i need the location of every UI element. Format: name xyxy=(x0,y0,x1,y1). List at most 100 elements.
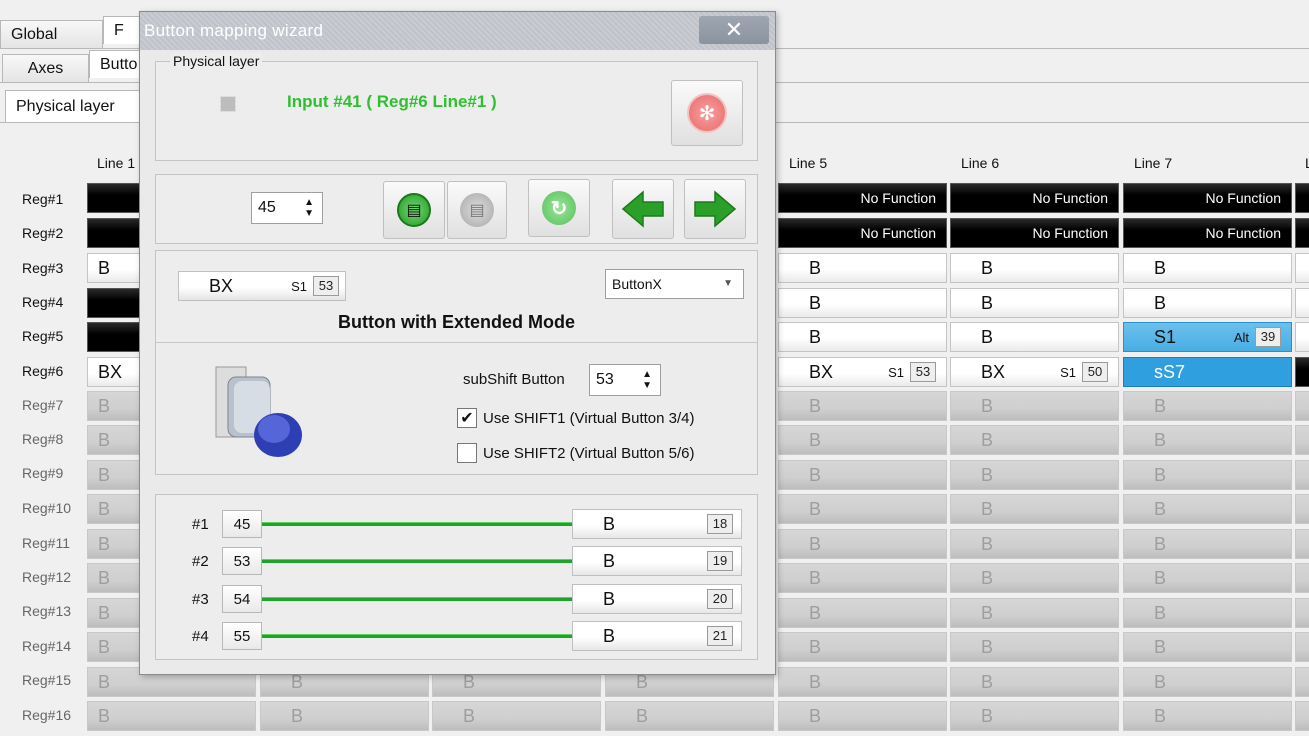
grid-cell[interactable]: B xyxy=(778,563,947,593)
checkbox-unchecked-icon[interactable] xyxy=(457,443,477,463)
grid-cell[interactable]: B xyxy=(950,322,1119,352)
mapping-input-number[interactable]: 54 xyxy=(222,585,262,613)
mapping-button[interactable]: B 18 xyxy=(572,509,742,539)
grid-cell[interactable]: B xyxy=(778,460,947,490)
grid-cell[interactable]: B xyxy=(778,701,947,731)
grid-cell[interactable] xyxy=(1295,494,1309,524)
refresh-button[interactable]: ↻ xyxy=(528,179,590,237)
shift2-checkbox[interactable]: Use SHIFT2 (Virtual Button 5/6) xyxy=(457,443,694,463)
grid-cell[interactable]: B xyxy=(432,701,601,731)
grid-cell[interactable]: B xyxy=(1123,288,1292,318)
grid-cell[interactable]: B xyxy=(950,563,1119,593)
tab-axes[interactable]: Axes xyxy=(2,54,89,82)
tab-buttons[interactable]: Butto xyxy=(89,50,144,78)
mapping-input-number[interactable]: 53 xyxy=(222,547,262,575)
grid-cell[interactable]: B xyxy=(1123,391,1292,421)
input-number-spinner[interactable]: 45 ▲ ▼ xyxy=(251,192,323,224)
grid-cell[interactable] xyxy=(1295,391,1309,421)
grid-cell[interactable]: BX S1 53 xyxy=(778,357,947,387)
grid-cell[interactable] xyxy=(1295,183,1309,213)
spinner-arrows-icon[interactable]: ▲ ▼ xyxy=(304,197,314,219)
grid-cell[interactable]: B xyxy=(1123,494,1292,524)
mapping-button[interactable]: B 21 xyxy=(572,621,742,651)
grid-cell[interactable]: B xyxy=(778,598,947,628)
grid-cell[interactable]: BX S1 50 xyxy=(950,357,1119,387)
grid-cell[interactable]: B xyxy=(1123,598,1292,628)
row-label-reg3: Reg#3 xyxy=(22,260,64,276)
grid-cell[interactable]: B xyxy=(778,253,947,283)
grid-cell[interactable] xyxy=(1295,529,1309,559)
checkbox-checked-icon[interactable]: ✔ xyxy=(457,408,477,428)
copy-button[interactable]: ▤ xyxy=(383,181,445,239)
grid-cell[interactable]: B xyxy=(1123,632,1292,662)
mapping-button[interactable]: B 19 xyxy=(572,546,742,576)
subshift-spinner[interactable]: 53 ▲ ▼ xyxy=(589,364,661,396)
grid-cell[interactable] xyxy=(1295,218,1309,248)
grid-cell[interactable]: No Function xyxy=(1123,218,1292,248)
shift-label: S1 xyxy=(888,364,904,380)
mapping-input-number[interactable]: 55 xyxy=(222,622,262,650)
grid-cell[interactable]: B xyxy=(1123,425,1292,455)
grid-cell[interactable]: B xyxy=(778,288,947,318)
paste-button[interactable]: ▤ xyxy=(447,181,507,239)
mapping-input-number[interactable]: 45 xyxy=(222,510,262,538)
grid-cell[interactable]: No Function xyxy=(950,183,1119,213)
grid-cell[interactable]: B xyxy=(1123,563,1292,593)
grid-cell[interactable] xyxy=(1295,632,1309,662)
grid-cell[interactable] xyxy=(1295,701,1309,731)
grid-cell[interactable]: S1 Alt 39 xyxy=(1123,322,1292,352)
grid-cell[interactable]: No Function xyxy=(778,183,947,213)
grid-cell[interactable]: B xyxy=(950,598,1119,628)
grid-cell[interactable] xyxy=(1295,667,1309,697)
grid-cell[interactable]: B xyxy=(87,701,256,731)
grid-cell[interactable] xyxy=(1295,425,1309,455)
grid-cell[interactable]: B xyxy=(950,632,1119,662)
grid-cell[interactable]: B xyxy=(950,460,1119,490)
grid-cell[interactable]: B xyxy=(778,494,947,524)
grid-cell[interactable]: B xyxy=(1123,701,1292,731)
grid-cell[interactable] xyxy=(1295,563,1309,593)
close-button[interactable]: ✕ xyxy=(699,16,769,44)
grid-cell[interactable]: B xyxy=(778,391,947,421)
shift1-checkbox[interactable]: ✔ Use SHIFT1 (Virtual Button 3/4) xyxy=(457,408,694,428)
grid-cell[interactable]: No Function xyxy=(950,218,1119,248)
grid-cell[interactable]: B xyxy=(950,701,1119,731)
grid-cell[interactable]: B xyxy=(1123,529,1292,559)
grid-cell[interactable] xyxy=(1295,322,1309,352)
grid-cell[interactable]: B xyxy=(778,322,947,352)
grid-cell[interactable]: B xyxy=(950,529,1119,559)
grid-cell[interactable]: B xyxy=(778,425,947,455)
grid-cell[interactable]: B xyxy=(950,494,1119,524)
grid-cell[interactable]: B xyxy=(260,701,429,731)
grid-cell[interactable]: B xyxy=(605,701,774,731)
grid-cell[interactable]: B xyxy=(778,632,947,662)
button-type-select[interactable]: ButtonX ▼ xyxy=(605,269,744,299)
tab-physical-layer[interactable]: Physical layer xyxy=(5,90,140,122)
spinner-arrows-icon[interactable]: ▲ ▼ xyxy=(642,369,652,391)
grid-cell[interactable]: B xyxy=(950,425,1119,455)
mapping-button[interactable]: B 20 xyxy=(572,584,742,614)
grid-cell[interactable]: B xyxy=(1123,667,1292,697)
grid-cell[interactable] xyxy=(1295,460,1309,490)
dialog-titlebar[interactable]: Button mapping wizard ✕ xyxy=(140,12,775,50)
tab-global[interactable]: Global xyxy=(0,20,103,48)
grid-cell[interactable]: sS7 xyxy=(1123,357,1292,387)
grid-cell[interactable]: B xyxy=(778,667,947,697)
grid-cell[interactable]: B xyxy=(1123,253,1292,283)
grid-cell[interactable]: No Function xyxy=(1123,183,1292,213)
grid-cell[interactable] xyxy=(1295,598,1309,628)
grid-cell[interactable]: B xyxy=(1123,460,1292,490)
tab-partial[interactable]: F xyxy=(103,16,143,44)
grid-cell[interactable]: B xyxy=(950,288,1119,318)
reset-button[interactable]: ✻ xyxy=(671,80,743,146)
next-button[interactable] xyxy=(684,179,746,239)
grid-cell[interactable] xyxy=(1295,357,1309,387)
previous-button[interactable] xyxy=(612,179,674,239)
grid-cell[interactable]: B xyxy=(950,253,1119,283)
grid-cell[interactable] xyxy=(1295,253,1309,283)
grid-cell[interactable]: B xyxy=(950,667,1119,697)
grid-cell[interactable]: B xyxy=(778,529,947,559)
grid-cell[interactable]: No Function xyxy=(778,218,947,248)
grid-cell[interactable]: B xyxy=(950,391,1119,421)
grid-cell[interactable] xyxy=(1295,288,1309,318)
